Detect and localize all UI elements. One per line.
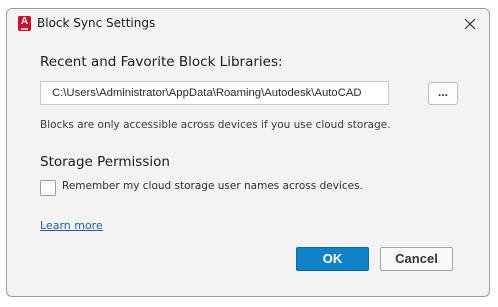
cancel-button[interactable]: Cancel — [380, 247, 453, 271]
library-path-field[interactable]: C:\Users\Administrator\AppData\Roaming\A… — [40, 81, 389, 105]
dialog-title: Block Sync Settings — [37, 16, 156, 30]
learn-more-link[interactable]: Learn more — [40, 219, 103, 232]
remember-usernames-label[interactable]: Remember my cloud storage user names acr… — [62, 180, 363, 192]
libraries-heading: Recent and Favorite Block Libraries: — [40, 54, 283, 70]
block-sync-settings-dialog: A Block Sync Settings Recent and Favorit… — [6, 8, 490, 297]
browse-button[interactable]: ... — [428, 82, 458, 105]
title-bar: A Block Sync Settings — [7, 9, 489, 39]
autocad-app-icon: A — [18, 16, 31, 31]
app-icon-letter: A — [20, 16, 29, 27]
close-icon — [464, 18, 476, 30]
cloud-storage-note: Blocks are only accessible across device… — [40, 119, 391, 131]
close-button[interactable] — [455, 11, 485, 37]
ok-button[interactable]: OK — [296, 247, 369, 271]
storage-permission-heading: Storage Permission — [40, 154, 170, 170]
remember-usernames-checkbox[interactable] — [40, 180, 56, 196]
